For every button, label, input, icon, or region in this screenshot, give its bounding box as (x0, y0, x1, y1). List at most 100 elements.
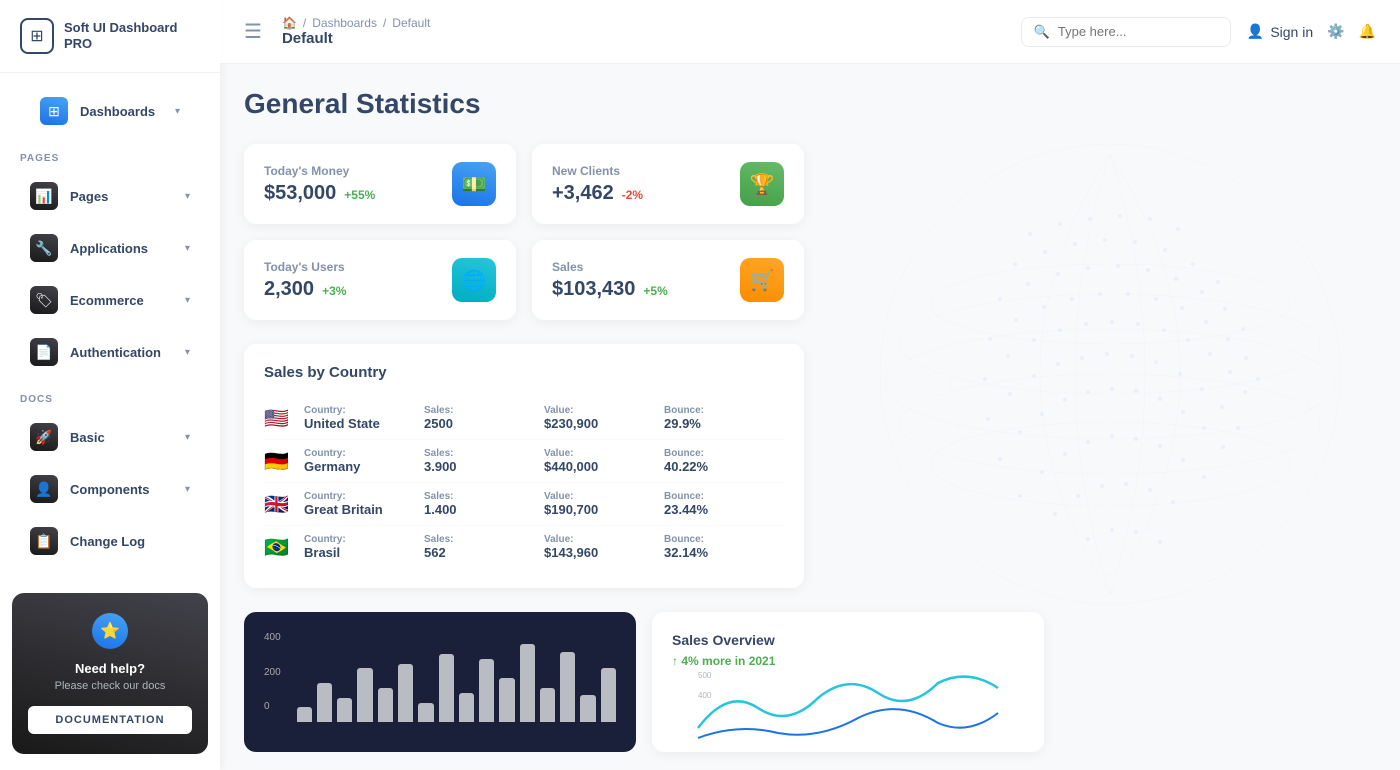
basic-chevron: ▾ (185, 432, 190, 443)
bar (580, 695, 595, 722)
country-col-sales: Sales: 1.400 (424, 491, 544, 517)
logo-icon: ⊞ (20, 18, 54, 54)
stat-info-users: Today's Users 2,300 +3% (264, 260, 346, 301)
country-data-de: Country: Germany Sales: 3.900 Value: $44… (304, 448, 784, 474)
sidebar-item-applications[interactable]: 🔧 Applications ▾ (10, 224, 210, 272)
stat-icon-money: 💵 (452, 162, 496, 206)
line-chart-area: 500 400 (672, 668, 1024, 748)
breadcrumb-sep2: / (383, 16, 386, 30)
sidebar-item-changelog[interactable]: 📋 Change Log (10, 517, 210, 565)
table-row: 🇺🇸 Country: United State Sales: 2500 Val… (264, 397, 784, 440)
flag-us: 🇺🇸 (264, 406, 292, 431)
stats-grid: Today's Money $53,000 +55% 💵 New Clients… (244, 144, 804, 320)
bar (317, 683, 332, 722)
docs-section-label: DOCS (0, 378, 220, 411)
bar (297, 707, 312, 722)
sidebar-item-authentication[interactable]: 📄 Authentication ▾ (10, 328, 210, 376)
settings-button[interactable]: ⚙️ (1327, 23, 1344, 40)
sidebar-item-components[interactable]: 👤 Components ▾ (10, 465, 210, 513)
stat-value-clients: +3,462 (552, 182, 614, 205)
flag-de: 🇩🇪 (264, 449, 292, 474)
applications-chevron: ▾ (185, 243, 190, 254)
authentication-chevron: ▾ (185, 347, 190, 358)
search-icon: 🔍 (1034, 24, 1050, 40)
country-data-gb: Country: Great Britain Sales: 1.400 Valu… (304, 491, 784, 517)
notifications-button[interactable]: 🔔 (1359, 23, 1376, 40)
stat-card-money: Today's Money $53,000 +55% 💵 (244, 144, 516, 224)
country-data-br: Country: Brasil Sales: 562 Value: $143,9… (304, 534, 784, 560)
country-col-sales: Sales: 562 (424, 534, 544, 560)
sidebar-item-pages[interactable]: 📊 Pages ▾ (10, 172, 210, 220)
stat-icon-sales: 🛒 (740, 258, 784, 302)
home-icon: 🏠 (282, 16, 297, 30)
stat-change-sales: +5% (643, 284, 667, 298)
country-col-bounce: Bounce: 32.14% (664, 534, 784, 560)
search-box[interactable]: 🔍 (1021, 17, 1231, 47)
dashboards-label: Dashboards (80, 104, 163, 119)
authentication-label: Authentication (70, 345, 173, 360)
bottom-charts: 400 200 0 Sales Overview ↑ 4% more in 20… (244, 612, 1044, 752)
bar (398, 664, 413, 723)
bar (479, 659, 494, 722)
user-icon: 👤 (1247, 23, 1264, 40)
bar (439, 654, 454, 722)
country-col-value: Value: $230,900 (544, 405, 664, 431)
bar (540, 688, 555, 722)
breadcrumb-dashboards: Dashboards (312, 16, 377, 30)
y-label-400: 400 (264, 632, 281, 643)
stat-label-money: Today's Money (264, 164, 375, 178)
country-col-name: Country: Brasil (304, 534, 424, 560)
topnav-right: 🔍 👤 Sign in ⚙️ 🔔 (1021, 17, 1376, 47)
table-row: 🇩🇪 Country: Germany Sales: 3.900 Value: (264, 440, 784, 483)
current-page-title: Default (282, 30, 430, 47)
search-input[interactable] (1058, 24, 1218, 39)
help-title: Need help? (28, 661, 192, 676)
country-col-sales: Sales: 3.900 (424, 448, 544, 474)
bell-icon: 🔔 (1359, 23, 1376, 40)
sidebar-item-dashboards[interactable]: ⊞ Dashboards ▾ (20, 87, 200, 135)
y-axis-labels: 400 200 0 (264, 632, 281, 712)
y-label-0: 0 (264, 701, 281, 712)
sidebar-item-basic[interactable]: 🚀 Basic ▾ (10, 413, 210, 461)
bar (520, 644, 535, 722)
ecommerce-label: Ecommerce (70, 293, 173, 308)
overview-title: Sales Overview (672, 632, 1024, 648)
components-icon: 👤 (30, 475, 58, 503)
sidebar: ⊞ Soft UI Dashboard PRO ⊞ Dashboards ▾ P… (0, 0, 220, 770)
signin-button[interactable]: 👤 Sign in (1247, 23, 1313, 40)
stat-label-sales: Sales (552, 260, 668, 274)
y-label-200: 200 (264, 667, 281, 678)
table-row: 🇬🇧 Country: Great Britain Sales: 1.400 V… (264, 483, 784, 526)
components-chevron: ▾ (185, 484, 190, 495)
help-subtitle: Please check our docs (28, 680, 192, 692)
basic-icon: 🚀 (30, 423, 58, 451)
stat-card-users: Today's Users 2,300 +3% 🌐 (244, 240, 516, 320)
breadcrumb-path: 🏠 / Dashboards / Default (282, 16, 430, 30)
stat-change-money: +55% (344, 188, 375, 202)
main-content: ☰ 🏠 / Dashboards / Default Default 🔍 👤 (220, 0, 1400, 770)
sidebar-item-ecommerce[interactable]: 🏷 Ecommerce ▾ (10, 276, 210, 324)
topnav: ☰ 🏠 / Dashboards / Default Default 🔍 👤 (220, 0, 1400, 64)
country-col-bounce: Bounce: 40.22% (664, 448, 784, 474)
ecommerce-chevron: ▾ (185, 295, 190, 306)
country-col-value: Value: $440,000 (544, 448, 664, 474)
flag-gb: 🇬🇧 (264, 492, 292, 517)
country-col-name: Country: Germany (304, 448, 424, 474)
bar (418, 703, 433, 723)
overview-subtitle: ↑ 4% more in 2021 (672, 654, 1024, 668)
country-table: 🇺🇸 Country: United State Sales: 2500 Val… (264, 397, 784, 568)
changelog-icon: 📋 (30, 527, 58, 555)
country-data-us: Country: United State Sales: 2500 Value:… (304, 405, 784, 431)
menu-toggle-button[interactable]: ☰ (244, 19, 262, 44)
documentation-button[interactable]: DOCUMENTATION (28, 706, 192, 734)
sales-overview-card: Sales Overview ↑ 4% more in 2021 (652, 612, 1044, 752)
help-card: ⭐ Need help? Please check our docs DOCUM… (12, 593, 208, 754)
pages-chevron: ▾ (185, 191, 190, 202)
bar (499, 678, 514, 722)
basic-label: Basic (70, 430, 173, 445)
dashboards-chevron: ▾ (175, 106, 180, 117)
stat-value-sales: $103,430 (552, 278, 635, 301)
dashboards-icon: ⊞ (40, 97, 68, 125)
sidebar-logo: ⊞ Soft UI Dashboard PRO (0, 0, 220, 73)
bar (601, 668, 616, 722)
